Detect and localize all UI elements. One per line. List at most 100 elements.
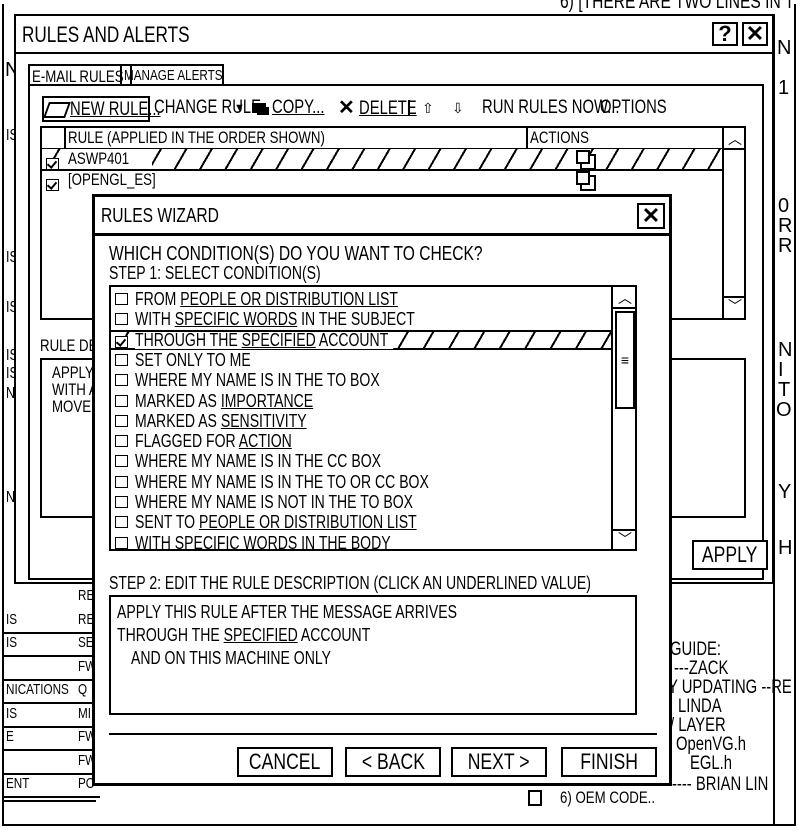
bg-table-cell: IS: [6, 610, 18, 628]
condition-checkbox[interactable]: [115, 374, 128, 387]
bg-table-cell: E: [6, 728, 14, 745]
bg-text: ---- BRIAN LIN: [672, 774, 769, 795]
back-button[interactable]: < BACK: [345, 747, 441, 777]
chevron-down-icon: ﹀: [618, 531, 632, 547]
chevron-up-icon: ︿: [728, 131, 742, 147]
bg-checkbox-icon: [528, 790, 542, 806]
conditions-scrollbar[interactable]: ︿ ≡ ﹀: [611, 287, 637, 549]
bg-letter: N: [777, 38, 791, 58]
rule-action-icon: [576, 171, 590, 185]
condition-text: WHERE MY NAME IS IN THE TO OR CC BOX: [135, 471, 429, 492]
condition-item[interactable]: WITH SPECIFIC WORDS IN THE SUBJECT: [111, 309, 611, 329]
bg-table-row: RE: [4, 585, 100, 608]
scroll-up-button[interactable]: ︿: [613, 287, 637, 309]
rule-row[interactable]: [OPENGL_ES]: [42, 170, 722, 191]
rule-name: [OPENGL_ES]: [68, 170, 156, 189]
copy-button[interactable]: COPY...: [252, 96, 339, 120]
scroll-down-button[interactable]: ﹀: [613, 529, 637, 551]
condition-checkbox[interactable]: [115, 313, 128, 326]
condition-checkbox[interactable]: [115, 414, 128, 427]
condition-text: WHERE MY NAME IS NOT IN THE TO BOX: [135, 492, 413, 512]
rule-checkbox[interactable]: [46, 157, 59, 170]
specified-account-link[interactable]: SPECIFIED: [224, 625, 298, 645]
wizard-close-button[interactable]: ✕: [637, 203, 665, 229]
condition-link: PEOPLE OR DISTRIBUTION LIST: [198, 512, 417, 533]
finish-button[interactable]: FINISH: [561, 747, 657, 777]
step1-label: STEP 1: SELECT CONDITION(S): [109, 263, 380, 284]
bg-table-cell: IS: [6, 704, 18, 722]
background-top-text: 6) [THERE ARE TWO LINES IN T: [560, 0, 800, 12]
condition-item[interactable]: MARKED AS IMPORTANCE: [111, 391, 611, 411]
chevron-down-icon: ﹀: [728, 298, 742, 314]
condition-item[interactable]: FROM PEOPLE OR DISTRIBUTION LIST: [111, 289, 611, 309]
toolbar-separator: [408, 100, 410, 116]
bg-letter: Y: [778, 482, 791, 502]
condition-item[interactable]: SENT TO PEOPLE OR DISTRIBUTION LIST: [111, 512, 611, 532]
condition-checkbox[interactable]: [115, 496, 128, 508]
cancel-button[interactable]: CANCEL: [237, 747, 333, 777]
condition-checkbox[interactable]: [115, 394, 128, 407]
options-button[interactable]: OPTIONS: [600, 96, 686, 120]
condition-checkbox[interactable]: [115, 516, 128, 529]
condition-checkbox[interactable]: [115, 293, 128, 305]
close-button[interactable]: ✕: [742, 22, 768, 46]
next-button[interactable]: NEXT >: [451, 747, 547, 777]
condition-item[interactable]: WHERE MY NAME IS IN THE TO BOX: [111, 370, 611, 390]
condition-checkbox[interactable]: [115, 335, 128, 348]
delete-icon: ✕: [338, 97, 355, 119]
toolbar: NEW RULE... CHANGE RULE ▼ COPY... ✕ DELETE…: [42, 96, 754, 122]
move-up-button[interactable]: ⇧: [422, 96, 434, 120]
condition-checkbox[interactable]: [115, 455, 128, 468]
rules-scrollbar[interactable]: ︿ ﹀: [722, 128, 746, 318]
bg-text: 6) OEM CODE..: [560, 788, 682, 808]
dialog-title: RULES AND ALERTS: [22, 22, 237, 48]
condition-item[interactable]: FLAGGED FOR ACTION: [111, 431, 611, 451]
new-rule-button[interactable]: NEW RULE...: [42, 96, 161, 122]
apply-button[interactable]: APPLY: [692, 540, 768, 570]
rule-row[interactable]: ASWP401: [42, 149, 722, 171]
condition-item[interactable]: WHERE MY NAME IS IN THE CC BOX: [111, 451, 611, 471]
condition-item[interactable]: SET ONLY TO ME: [111, 350, 611, 370]
condition-text: FROM: [135, 289, 181, 309]
condition-checkbox[interactable]: [115, 353, 128, 366]
copy-label: COPY...: [272, 97, 325, 118]
help-button[interactable]: ?: [712, 22, 738, 46]
title-text: RULES AND ALERTS: [22, 22, 190, 47]
condition-checkbox[interactable]: [115, 475, 128, 488]
scroll-thumb[interactable]: ≡: [615, 311, 635, 409]
bg-text: EGL.h: [690, 753, 733, 774]
condition-item[interactable]: WITH SPECIFIC WORDS IN THE BODY: [111, 533, 611, 553]
bg-text: N: [777, 37, 792, 59]
arrow-up-icon: ⇧: [422, 100, 434, 116]
title-text: RULES WIZARD: [101, 205, 219, 227]
condition-item[interactable]: MARKED AS SENSITIVITY: [111, 411, 611, 431]
condition-link: SPECIFIC WORDS: [174, 309, 298, 330]
condition-item[interactable]: THROUGH THE SPECIFIED ACCOUNT: [111, 329, 611, 350]
condition-item[interactable]: WHERE MY NAME IS NOT IN THE TO BOX: [111, 492, 611, 512]
rule-description-editor[interactable]: APPLY THIS RULE AFTER THE MESSAGE ARRIVE…: [109, 595, 637, 715]
column-header-rule[interactable]: RULE (APPLIED IN THE ORDER SHOWN): [64, 128, 528, 148]
desc-text: THROUGH THE: [117, 625, 224, 645]
rule-checkbox[interactable]: [46, 178, 59, 191]
background-notes: GUIDE: ---ZACK Y UPDATING --RE LINDA / L…: [668, 640, 800, 773]
bg-letter: I: [778, 360, 784, 380]
condition-text: SET ONLY TO ME: [135, 349, 251, 370]
scroll-up-button[interactable]: ︿: [724, 128, 746, 150]
condition-item[interactable]: WHERE MY NAME IS IN THE TO OR CC BOX: [111, 472, 611, 492]
new-rule-label: NEW RULE...: [70, 99, 161, 120]
condition-checkbox[interactable]: [115, 536, 128, 549]
bg-text: / LAYER: [670, 715, 726, 736]
condition-link: IMPORTANCE: [220, 390, 314, 411]
column-header-actions[interactable]: ACTIONS: [526, 128, 724, 148]
bg-text: ---- BRIAN LIN: [672, 774, 796, 796]
bg-table-cell: MI: [78, 704, 92, 722]
condition-checkbox[interactable]: [115, 435, 128, 448]
bg-text: ---ZACK: [674, 658, 729, 679]
chevron-down-icon: ▼: [234, 102, 245, 114]
scroll-down-button[interactable]: ﹀: [724, 296, 746, 318]
tab-email-rules[interactable]: E-MAIL RULES: [28, 64, 132, 86]
tab-manage-alerts[interactable]: MANAGE ALERTS: [120, 64, 224, 86]
bg-text: 1: [778, 77, 790, 99]
delete-button[interactable]: ✕ DELETE: [338, 96, 433, 121]
move-down-button[interactable]: ⇩: [452, 96, 464, 120]
